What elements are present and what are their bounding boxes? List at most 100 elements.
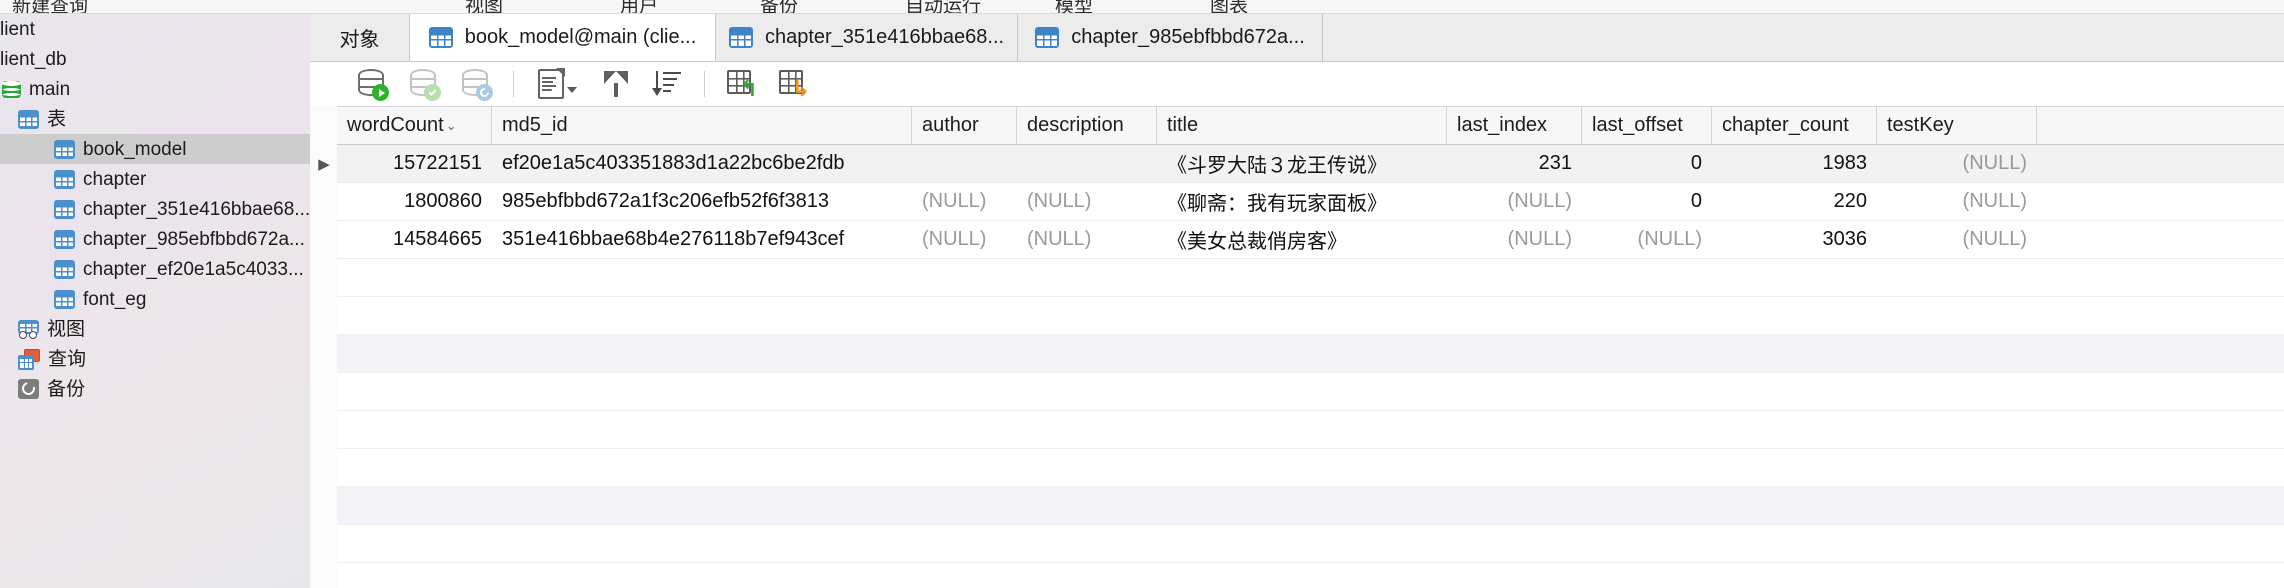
grid-import-icon: ↰ xyxy=(727,70,758,100)
sidebar-item-label: 表 xyxy=(47,108,67,130)
table-icon xyxy=(1035,27,1060,48)
table-row[interactable]: 1800860 985ebfbbd672a1f3c206efb52f6f3813… xyxy=(337,183,2284,221)
cell-description[interactable]: (NULL) xyxy=(1017,183,1157,220)
cell-last_index[interactable]: (NULL) xyxy=(1447,221,1582,258)
column-header-description[interactable]: description xyxy=(1017,107,1157,144)
menu-item-4[interactable]: 自动运行 xyxy=(905,0,981,13)
tab-book-model[interactable]: book_model@main (clie... xyxy=(410,14,716,61)
column-header-last_index[interactable]: last_index xyxy=(1447,107,1582,144)
sidebar-item-chapter-985ebfbbd[interactable]: chapter_985ebfbbd672a... xyxy=(0,224,310,254)
sidebar-item-chapter-ef20e1a5c[interactable]: chapter_ef20e1a5c4033... xyxy=(0,254,310,284)
empty-row xyxy=(337,373,2284,411)
table-icon xyxy=(54,169,75,189)
database-icon xyxy=(2,79,21,100)
table-row[interactable]: 15722151 ef20e1a5c403351883d1a22bc6be2fd… xyxy=(337,145,2284,183)
cell-author[interactable]: (NULL) xyxy=(912,183,1017,220)
tab-objects[interactable]: 对象 xyxy=(310,14,410,61)
cell-md5_id[interactable]: 985ebfbbd672a1f3c206efb52f6f3813 xyxy=(492,183,912,220)
cell-last_offset[interactable]: (NULL) xyxy=(1582,221,1712,258)
sort-button[interactable] xyxy=(642,64,694,104)
column-header-chapter_count[interactable]: chapter_count xyxy=(1712,107,1877,144)
table-icon xyxy=(728,27,753,48)
menu-item-6[interactable]: 图表 xyxy=(1210,0,1248,13)
chevron-down-icon[interactable] xyxy=(566,87,577,93)
sidebar-item-chapter-351e416[interactable]: chapter_351e416bbae68... xyxy=(0,194,310,224)
cell-wordCount[interactable]: 15722151 xyxy=(337,145,492,182)
column-header-label: md5_id xyxy=(502,114,568,136)
column-header-last_offset[interactable]: last_offset xyxy=(1582,107,1712,144)
table-icon xyxy=(54,229,75,249)
cell-last_offset[interactable]: 0 xyxy=(1582,183,1712,220)
sidebar-item-backups[interactable]: 备份 xyxy=(0,374,310,404)
sidebar-item-tables-group[interactable]: 表 xyxy=(0,104,310,134)
cell-chapter_count[interactable]: 220 xyxy=(1712,183,1877,220)
cell-last_offset[interactable]: 0 xyxy=(1582,145,1712,182)
cell-author[interactable]: (NULL) xyxy=(912,221,1017,258)
cell-description[interactable] xyxy=(1017,145,1157,182)
menu-item-2[interactable]: 用户 xyxy=(620,0,658,13)
export-wizard-button[interactable]: ↳ xyxy=(767,64,819,104)
menu-item-5[interactable]: 模型 xyxy=(1055,0,1093,13)
cell-chapter_count[interactable]: 1983 xyxy=(1712,145,1877,182)
empty-row xyxy=(337,297,2284,335)
sidebar-item-lient-db[interactable]: lient_db xyxy=(0,44,310,74)
toolbar-separator xyxy=(513,71,514,97)
database-rollback-icon xyxy=(462,68,493,101)
commit-button[interactable] xyxy=(399,64,451,104)
data-grid[interactable]: wordCount ⌄ md5_id author description ti… xyxy=(337,106,2284,588)
cell-last_index[interactable]: (NULL) xyxy=(1447,183,1582,220)
filter-button[interactable] xyxy=(590,64,642,104)
cell-testKey[interactable]: (NULL) xyxy=(1877,145,2037,182)
menu-item-3[interactable]: 备份 xyxy=(760,0,798,13)
sidebar-item-book-model[interactable]: book_model xyxy=(0,134,310,164)
column-header-label: testKey xyxy=(1887,114,1954,136)
column-header-title[interactable]: title xyxy=(1157,107,1447,144)
object-tree-sidebar[interactable]: lient lient_db main 表 book_model chapter… xyxy=(0,14,310,588)
query-icon xyxy=(18,348,40,370)
cell-author[interactable] xyxy=(912,145,1017,182)
menu-item-0[interactable]: 新建查询 xyxy=(12,0,88,13)
database-client-window: 新建查询 视图 用户 备份 自动运行 模型 图表 lient lient_db … xyxy=(0,0,2284,588)
tab-bar-empty-area xyxy=(1323,14,2284,61)
cell-last_index[interactable]: 231 xyxy=(1447,145,1582,182)
sidebar-item-views[interactable]: 视图 xyxy=(0,314,310,344)
empty-row xyxy=(337,449,2284,487)
empty-row xyxy=(337,563,2284,588)
menu-item-1[interactable]: 视图 xyxy=(465,0,503,13)
cell-md5_id[interactable]: 351e416bbae68b4e276118b7ef943cef xyxy=(492,221,912,258)
sidebar-item-lient[interactable]: lient xyxy=(0,14,310,44)
column-header-testKey[interactable]: testKey xyxy=(1877,107,2037,144)
cell-wordCount[interactable]: 14584665 xyxy=(337,221,492,258)
column-header-author[interactable]: author xyxy=(912,107,1017,144)
sidebar-item-font-eg[interactable]: font_eg xyxy=(0,284,310,314)
sidebar-item-main[interactable]: main xyxy=(0,74,310,104)
sidebar-item-chapter[interactable]: chapter xyxy=(0,164,310,194)
empty-row xyxy=(337,525,2284,563)
text-view-button[interactable] xyxy=(524,64,590,104)
table-row[interactable]: 14584665 351e416bbae68b4e276118b7ef943ce… xyxy=(337,221,2284,259)
column-header-label: author xyxy=(922,114,979,136)
column-header-wordCount[interactable]: wordCount ⌄ xyxy=(337,107,492,144)
sidebar-item-label: 查询 xyxy=(48,348,87,370)
rollback-button[interactable] xyxy=(451,64,503,104)
cell-title[interactable]: 《聊斋：我有玩家面板》 xyxy=(1157,183,1447,220)
sidebar-item-queries[interactable]: 查询 xyxy=(0,344,310,374)
cell-chapter_count[interactable]: 3036 xyxy=(1712,221,1877,258)
backup-icon xyxy=(18,379,39,399)
toolbar-gutter xyxy=(310,62,338,106)
sidebar-item-label: 视图 xyxy=(47,318,86,340)
cell-testKey[interactable]: (NULL) xyxy=(1877,183,2037,220)
begin-transaction-button[interactable] xyxy=(347,64,399,104)
tab-label: 对象 xyxy=(339,29,380,51)
tab-chapter-985ebfbbd[interactable]: chapter_985ebfbbd672a... xyxy=(1018,14,1323,61)
cell-md5_id[interactable]: ef20e1a5c403351883d1a22bc6be2fdb xyxy=(492,145,912,182)
cell-testKey[interactable]: (NULL) xyxy=(1877,221,2037,258)
import-wizard-button[interactable]: ↰ xyxy=(715,64,767,104)
cell-wordCount[interactable]: 1800860 xyxy=(337,183,492,220)
column-header-md5_id[interactable]: md5_id xyxy=(492,107,912,144)
sidebar-item-label: main xyxy=(29,78,71,100)
cell-title[interactable]: 《斗罗大陆３龙王传说》 xyxy=(1157,145,1447,182)
cell-description[interactable]: (NULL) xyxy=(1017,221,1157,258)
tab-chapter-351e416[interactable]: chapter_351e416bbae68... xyxy=(716,14,1018,61)
cell-title[interactable]: 《美女总裁俏房客》 xyxy=(1157,221,1447,258)
